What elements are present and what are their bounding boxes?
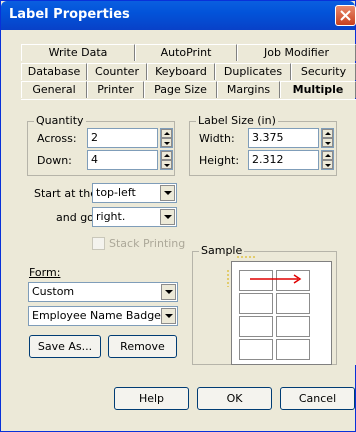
width-label: Width: [199,132,235,145]
width-spinner[interactable] [321,128,334,148]
height-spinner[interactable] [321,150,334,170]
start-at-label: Start at the [34,187,97,200]
across-input[interactable]: 2 [87,128,158,148]
tab-counter[interactable]: Counter [87,63,147,80]
stack-printing-checkbox[interactable] [92,237,105,250]
down-label: Down: [37,154,72,167]
spin-up-icon[interactable] [161,151,172,160]
spin-up-icon[interactable] [322,129,333,138]
direction-select[interactable]: right. [92,207,177,227]
chevron-down-icon[interactable] [160,185,175,201]
label-size-group-title: Label Size (in) [196,114,278,127]
tab-multiple[interactable]: Multiple [280,81,356,98]
sample-page [231,261,332,365]
close-button[interactable] [335,5,356,26]
quantity-group-title: Quantity [34,114,86,127]
down-spinner[interactable] [160,150,173,170]
help-button[interactable]: Help [114,387,189,410]
across-label: Across: [37,132,77,145]
cancel-button[interactable]: Cancel [280,387,355,410]
direction-label: and go [56,211,94,224]
spin-down-icon[interactable] [322,160,333,169]
width-input[interactable]: 3.375 [248,128,319,148]
spin-up-icon[interactable] [322,151,333,160]
form-select[interactable]: Custom [28,282,178,302]
spin-down-icon[interactable] [161,138,172,147]
margin-marker-icon [237,256,257,258]
start-corner-select[interactable]: top-left [92,183,177,203]
tab-autoprint[interactable]: AutoPrint [135,44,237,61]
tab-general[interactable]: General [21,81,87,98]
close-x-icon [340,10,351,21]
tab-duplicates[interactable]: Duplicates [215,63,291,80]
chevron-down-icon[interactable] [160,209,175,225]
chevron-down-icon[interactable] [161,308,176,324]
chevron-down-icon[interactable] [161,284,176,300]
spin-down-icon[interactable] [322,138,333,147]
tab-margins[interactable]: Margins [217,81,280,98]
tab-row-1: Write Data AutoPrint Job Modifier [21,44,356,61]
down-input[interactable]: 4 [87,150,158,170]
spin-up-icon[interactable] [161,129,172,138]
across-spinner[interactable] [160,128,173,148]
tab-job-modifier[interactable]: Job Modifier [237,44,356,61]
tab-row-3: General Printer Page Size Margins Multip… [21,81,356,98]
ok-button[interactable]: OK [197,387,272,410]
tab-database[interactable]: Database [21,63,87,80]
arrow-right-icon [250,274,302,284]
tab-write-data[interactable]: Write Data [21,44,135,61]
tab-page-size[interactable]: Page Size [144,81,217,98]
remove-button[interactable]: Remove [108,335,177,358]
tab-security[interactable]: Security [291,63,356,80]
stack-printing-label: Stack Printing [109,237,186,250]
tab-keyboard[interactable]: Keyboard [147,63,215,80]
window-title: Label Properties [9,7,130,22]
tab-printer[interactable]: Printer [87,81,144,98]
label-properties-dialog: Label Properties Write Data AutoPrint Jo… [0,0,356,432]
save-as-button[interactable]: Save As... [29,335,101,358]
height-input[interactable]: 2.312 [248,150,319,170]
margin-marker-icon [227,270,229,287]
height-label: Height: [199,154,240,167]
form-label: Form: [29,266,61,279]
title-bar: Label Properties [1,1,356,30]
form-template-select[interactable]: Employee Name Badge [28,306,178,326]
tab-row-2: Database Counter Keyboard Duplicates Sec… [21,63,356,80]
spin-down-icon[interactable] [161,160,172,169]
